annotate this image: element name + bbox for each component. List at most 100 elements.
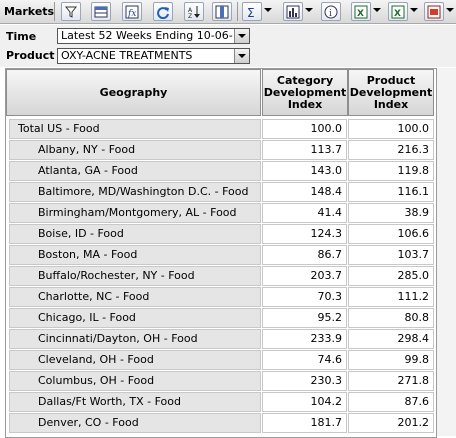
geography-cell: Dallas/Ft Worth, TX - Food [9, 392, 261, 412]
table-row[interactable]: Columbus, OH - Food 230.3 271.8 [6, 371, 436, 392]
toolbar-title: Markets [4, 5, 55, 18]
pdi-cell: 80.8 [348, 308, 434, 328]
pdi-cell: 99.8 [348, 350, 434, 370]
chart-dropdown-arrow[interactable] [305, 8, 313, 12]
export-excel-alt-dropdown-arrow[interactable] [410, 8, 418, 12]
cdi-cell: 230.3 [262, 371, 347, 391]
geography-cell: Baltimore, MD/Washington D.C. - Food [9, 182, 261, 202]
column-select-button[interactable] [212, 2, 232, 21]
geography-cell: Buffalo/Rochester, NY - Food [9, 266, 261, 286]
table-row[interactable]: Baltimore, MD/Washington D.C. - Food 148.… [6, 182, 436, 203]
formula-button[interactable]: fx [122, 2, 142, 21]
pdi-cell: 116.1 [348, 182, 434, 202]
export-pdf-dropdown-arrow[interactable] [446, 8, 454, 12]
filter-panel: Time Latest 52 Weeks Ending 10-06-13 Pro… [0, 25, 456, 67]
geography-cell: Boise, ID - Food [9, 224, 261, 244]
refresh-button[interactable] [153, 2, 173, 21]
export-excel-button[interactable]: X [351, 2, 371, 21]
vertical-scrollbar[interactable] [437, 68, 456, 436]
geography-cell: Charlotte, NC - Food [9, 287, 261, 307]
pdi-cell: 87.6 [348, 392, 434, 412]
export-pdf-icon [427, 5, 441, 19]
export-pdf-button[interactable] [424, 2, 444, 21]
table-row[interactable]: Denver, CO - Food 181.7 201.2 [6, 413, 436, 434]
svg-text:Σ: Σ [247, 6, 255, 19]
formula-icon: fx [125, 5, 139, 19]
time-select-value: Latest 52 Weeks Ending 10-06-13 [61, 29, 247, 42]
pdi-cell: 38.9 [348, 203, 434, 223]
pdi-cell: 111.2 [348, 287, 434, 307]
sum-dropdown-arrow[interactable] [264, 8, 272, 12]
table-row[interactable]: Buffalo/Rochester, NY - Food 203.7 285.0 [6, 266, 436, 287]
svg-text:Z: Z [188, 13, 192, 19]
filter-icon [64, 6, 78, 18]
table-row[interactable]: Cincinnati/Dayton, OH - Food 233.9 298.4 [6, 329, 436, 350]
table-row[interactable]: Chicago, IL - Food 95.2 80.8 [6, 308, 436, 329]
geography-cell: Albany, NY - Food [9, 140, 261, 160]
geography-cell: Boston, MA - Food [9, 245, 261, 265]
cdi-cell: 113.7 [262, 140, 347, 160]
cdi-cell: 70.3 [262, 287, 347, 307]
column-header-geography-label: Geography [99, 85, 168, 99]
table-layout-button[interactable] [91, 2, 111, 21]
sum-button[interactable]: Σ [242, 2, 262, 21]
geography-cell: Denver, CO - Food [9, 413, 261, 433]
table-row[interactable]: Cleveland, OH - Food 74.6 99.8 [6, 350, 436, 371]
geography-cell: Cleveland, OH - Food [9, 350, 261, 370]
pdi-cell: 106.6 [348, 224, 434, 244]
chevron-down-icon[interactable] [234, 49, 249, 63]
column-select-icon [215, 5, 229, 19]
toolbar-separator [237, 2, 238, 21]
column-header-geography[interactable]: Geography [6, 69, 261, 116]
column-header-pdi-label: Product Development Index [349, 73, 433, 111]
table-row[interactable]: Albany, NY - Food 113.7 216.3 [6, 140, 436, 161]
column-header-cdi[interactable]: Category Development Index [262, 69, 348, 116]
sort-az-icon: AZ [188, 6, 200, 19]
export-excel-dropdown-arrow[interactable] [373, 8, 381, 12]
table-row[interactable]: Dallas/Ft Worth, TX - Food 104.2 87.6 [6, 392, 436, 413]
market-index-table: Geography Category Development Index Pro… [5, 68, 437, 438]
filter-button[interactable] [61, 2, 81, 21]
time-label: Time [6, 30, 37, 43]
time-select[interactable]: Latest 52 Weeks Ending 10-06-13 [57, 28, 250, 44]
pdi-cell: 103.7 [348, 245, 434, 265]
table-row[interactable]: Boston, MA - Food 86.7 103.7 [6, 245, 436, 266]
cdi-cell: 100.0 [262, 119, 347, 139]
table-row[interactable]: Total US - Food 100.0 100.0 [6, 119, 436, 140]
pdi-cell: 201.2 [348, 413, 434, 433]
table-row[interactable]: Charlotte, NC - Food 70.3 111.2 [6, 287, 436, 308]
svg-text:i: i [329, 9, 332, 19]
export-excel-alt-icon: X [391, 5, 405, 19]
cdi-cell: 148.4 [262, 182, 347, 202]
pdi-cell: 100.0 [348, 119, 434, 139]
table-row[interactable]: Birmingham/Montgomery, AL - Food 41.4 38.9 [6, 203, 436, 224]
chevron-down-icon[interactable] [234, 29, 249, 43]
geography-cell: Chicago, IL - Food [9, 308, 261, 328]
svg-text:X: X [357, 9, 364, 19]
cdi-cell: 95.2 [262, 308, 347, 328]
cdi-cell: 86.7 [262, 245, 347, 265]
export-excel-alt-button[interactable]: X [388, 2, 408, 21]
cdi-cell: 143.0 [262, 161, 347, 181]
markets-toolbar: Markets fx AZ Σ i X X [0, 0, 456, 24]
sort-button[interactable]: AZ [184, 2, 204, 21]
pdi-cell: 216.3 [348, 140, 434, 160]
table-row[interactable]: Boise, ID - Food 124.3 106.6 [6, 224, 436, 245]
geography-cell: Atlanta, GA - Food [9, 161, 261, 181]
product-label: Product [6, 49, 55, 62]
info-button[interactable]: i [321, 2, 341, 21]
geography-cell: Total US - Food [9, 119, 261, 139]
svg-text:fx: fx [127, 9, 136, 19]
cdi-cell: 74.6 [262, 350, 347, 370]
svg-text:X: X [394, 9, 401, 19]
pdi-cell: 271.8 [348, 371, 434, 391]
toolbar-separator [54, 2, 55, 21]
refresh-icon [157, 7, 169, 19]
pdi-cell: 119.8 [348, 161, 434, 181]
table-row[interactable]: Atlanta, GA - Food 143.0 119.8 [6, 161, 436, 182]
chart-button[interactable] [283, 2, 303, 21]
geography-cell: Birmingham/Montgomery, AL - Food [9, 203, 261, 223]
cdi-cell: 181.7 [262, 413, 347, 433]
column-header-pdi[interactable]: Product Development Index [348, 69, 434, 116]
product-select[interactable]: OXY-ACNE TREATMENTS [57, 48, 250, 64]
